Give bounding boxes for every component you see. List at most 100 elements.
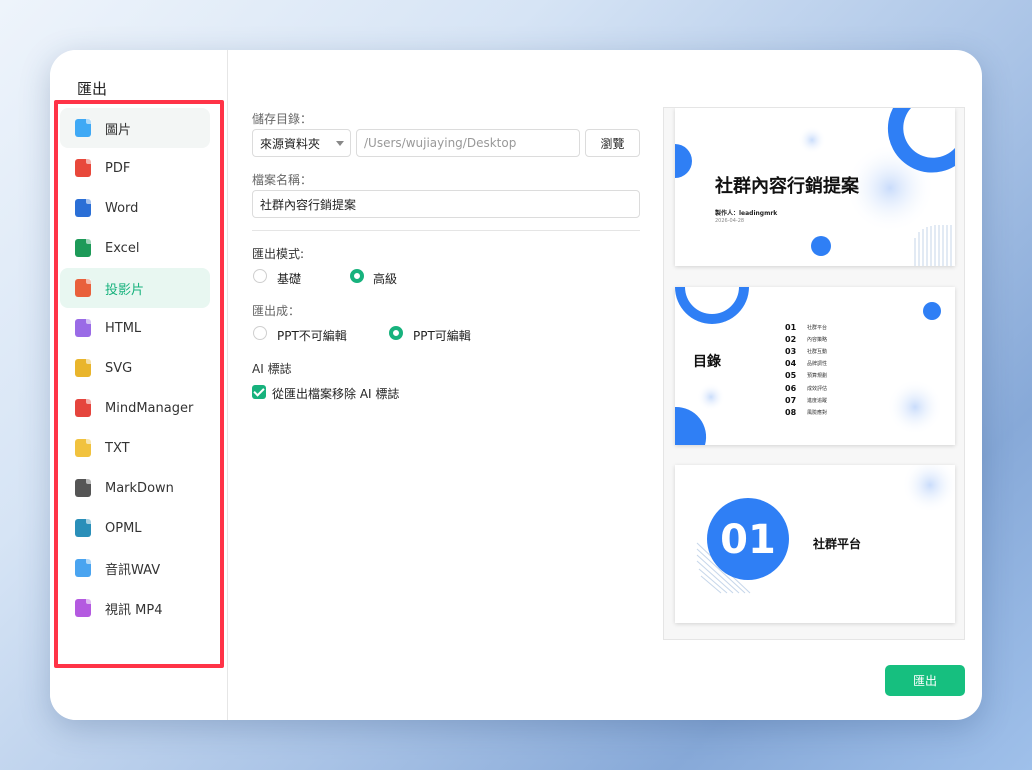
mode-basic-label[interactable]: 基礎: [277, 270, 301, 287]
toc-item-text: 社群平台: [807, 324, 828, 331]
export-as-label: 匯出成：: [252, 304, 301, 318]
toc-item: 03 社群互動: [785, 345, 827, 357]
toc-item: 05 預算規劃: [785, 370, 827, 382]
markdown-file-icon: [75, 479, 91, 497]
format-item-label: MarkDown: [105, 480, 174, 496]
ppt-file-icon: [75, 279, 91, 297]
preview-slide-3: 01 社群平台: [675, 465, 955, 623]
format-item-label: MindManager: [105, 400, 194, 416]
slide-2-title: 目錄: [693, 354, 721, 370]
word-file-icon: [75, 199, 91, 217]
mode-advanced-radio[interactable]: [350, 269, 364, 283]
toc-item-number: 07: [785, 395, 797, 405]
export-settings-panel: 儲存目錄： 來源資料夾 /Users/wujiaying/Desktop 瀏覽 …: [228, 50, 982, 720]
format-item[interactable]: SVG: [60, 348, 210, 388]
format-item[interactable]: 音訊WAV: [60, 548, 210, 588]
browse-button[interactable]: 瀏覽: [585, 129, 640, 157]
toc-item-text: 預算規劃: [807, 373, 828, 380]
toc-item-number: 08: [785, 407, 797, 417]
slide-preview-panel[interactable]: 社群內容行銷提案 製作人：leadingmrk 2026-04-28 目錄 01…: [663, 107, 965, 640]
format-item-label: Excel: [105, 240, 140, 256]
format-item-label: SVG: [105, 360, 133, 376]
format-item-label: 圖片: [105, 122, 132, 138]
toc-item-number: 03: [785, 346, 797, 356]
source-folder-value: 來源資料夾: [260, 136, 321, 151]
format-sidebar: 匯出 圖片 PDF Word Excel 投影片 HTML SVG MindManager TX…: [50, 50, 228, 720]
format-item-label: TXT: [105, 440, 130, 456]
remove-ai-logo-checkbox[interactable]: [252, 385, 266, 399]
format-item-label: 視訊 MP4: [105, 602, 163, 618]
format-item[interactable]: MindManager: [60, 388, 210, 428]
ppt-editable-radio[interactable]: [389, 326, 403, 340]
export-dialog: 匯出 圖片 PDF Word Excel 投影片 HTML SVG MindManager TX…: [50, 50, 982, 720]
export-mode-label: 匯出模式:: [252, 247, 305, 261]
format-item[interactable]: PDF: [60, 148, 210, 188]
toc-item: 01 社群平台: [785, 321, 827, 333]
source-folder-select[interactable]: 來源資料夾: [252, 129, 351, 157]
slide-2-toc: 01 社群平台 02 內容策略 03 社群互動 04 品牌調性 05 預算規劃 06 成效評估 07 進度…: [785, 321, 827, 419]
dialog-title: 匯出: [77, 80, 108, 98]
export-button[interactable]: 匯出: [885, 665, 965, 696]
toc-item-text: 內容策略: [807, 336, 828, 343]
format-list: 圖片 PDF Word Excel 投影片 HTML SVG MindManager TXT Ma…: [54, 100, 224, 668]
format-item[interactable]: HTML: [60, 308, 210, 348]
save-path-input[interactable]: /Users/wujiaying/Desktop: [356, 129, 580, 157]
format-item[interactable]: 視訊 MP4: [60, 588, 210, 628]
toc-item-text: 風險應對: [807, 409, 828, 416]
preview-slide-1: 社群內容行銷提案 製作人：leadingmrk 2026-04-28: [675, 108, 955, 266]
audio-file-icon: [75, 559, 91, 577]
toc-item-number: 04: [785, 359, 797, 369]
format-item-label: Word: [105, 200, 139, 216]
pdf-file-icon: [75, 159, 91, 177]
image-file-icon: [75, 119, 91, 137]
svg-file-icon: [75, 359, 91, 377]
preview-slide-2: 目錄 01 社群平台 02 內容策略 03 社群互動 04 品牌調性 05 預算規劃 06 成效評估 0…: [675, 287, 955, 445]
toc-item-text: 品牌調性: [807, 361, 828, 368]
txt-file-icon: [75, 439, 91, 457]
format-item[interactable]: Word: [60, 188, 210, 228]
ppt-readonly-label[interactable]: PPT不可編輯: [277, 327, 347, 344]
excel-file-icon: [75, 239, 91, 257]
format-item-label: OPML: [105, 520, 142, 536]
ppt-readonly-radio[interactable]: [253, 326, 267, 340]
toc-item: 07 進度追蹤: [785, 394, 827, 406]
format-item[interactable]: MarkDown: [60, 468, 210, 508]
toc-item-number: 02: [785, 334, 797, 344]
slide-1-date: 2026-04-28: [715, 218, 745, 224]
opml-file-icon: [75, 519, 91, 537]
format-item[interactable]: 圖片: [60, 108, 210, 148]
save-dir-label: 儲存目錄：: [252, 112, 313, 126]
format-item[interactable]: TXT: [60, 428, 210, 468]
format-item[interactable]: Excel: [60, 228, 210, 268]
html-file-icon: [75, 319, 91, 337]
chevron-down-icon: [336, 141, 344, 146]
format-item-label: HTML: [105, 320, 142, 336]
slide-3-title: 社群平台: [813, 537, 862, 551]
ppt-editable-label[interactable]: PPT可編輯: [413, 327, 471, 344]
format-item-label: 投影片: [105, 282, 145, 298]
format-item-label: PDF: [105, 160, 131, 176]
toc-item-number: 01: [785, 322, 797, 332]
format-item[interactable]: OPML: [60, 508, 210, 548]
toc-item-number: 06: [785, 383, 797, 393]
filename-label: 檔案名稱：: [252, 173, 313, 187]
slide-3-number: 01: [720, 517, 776, 563]
toc-item: 04 品牌調性: [785, 358, 827, 370]
toc-item: 02 內容策略: [785, 333, 827, 345]
ai-logo-label: AI 標誌: [252, 362, 292, 376]
video-file-icon: [75, 599, 91, 617]
filename-input[interactable]: 社群內容行銷提案: [252, 190, 640, 218]
divider: [252, 230, 640, 231]
mode-advanced-label[interactable]: 高級: [373, 270, 397, 287]
toc-item-text: 成效評估: [807, 385, 828, 392]
format-item-label: 音訊WAV: [105, 562, 161, 578]
toc-item-text: 進度追蹤: [807, 397, 828, 404]
slide-1-author: 製作人：leadingmrk: [715, 210, 778, 217]
remove-ai-logo-label[interactable]: 從匯出檔案移除 AI 標誌: [272, 385, 399, 402]
mode-basic-radio[interactable]: [253, 269, 267, 283]
toc-item-number: 05: [785, 371, 797, 381]
toc-item: 06 成效評估: [785, 382, 827, 394]
mindmanager-file-icon: [75, 399, 91, 417]
toc-item: 08 風險應對: [785, 406, 827, 418]
format-item[interactable]: 投影片: [60, 268, 210, 308]
